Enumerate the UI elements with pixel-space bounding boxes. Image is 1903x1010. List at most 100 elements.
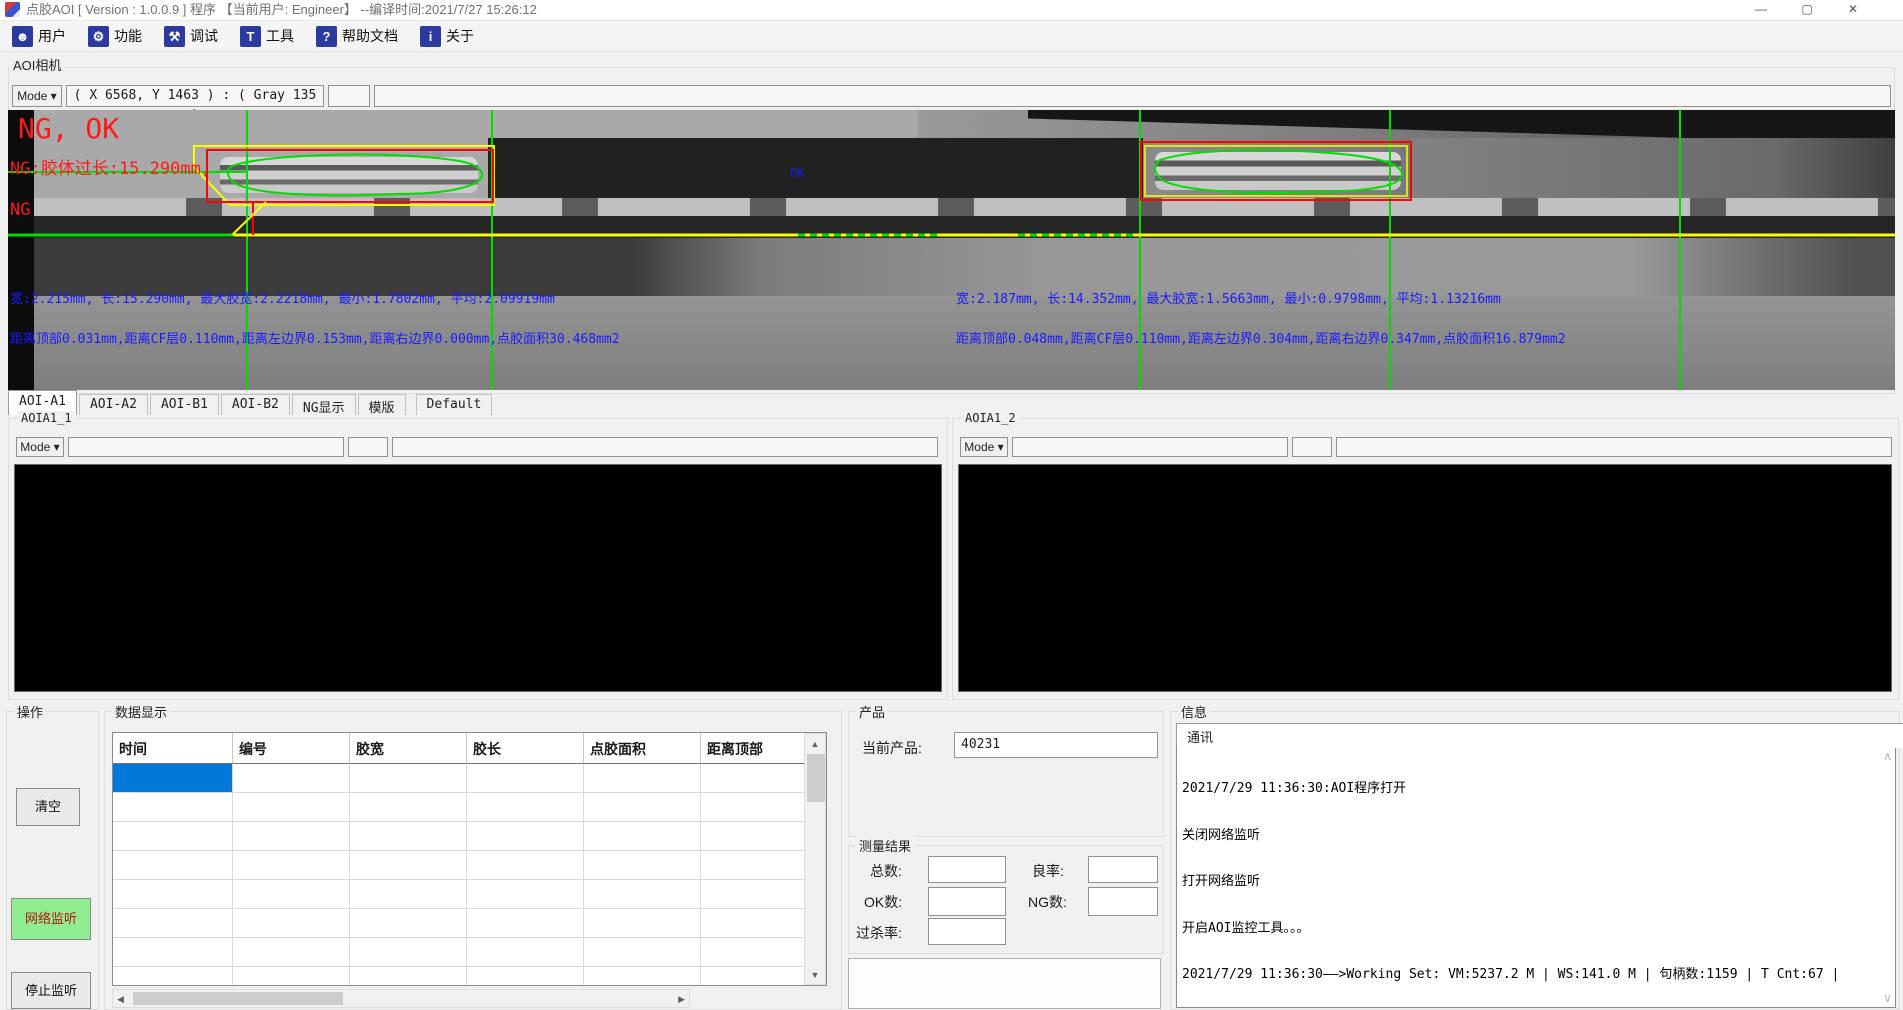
left-stats-line2: 距离顶部0.031mm,距离CF层0.110mm,距离左边界0.153mm,距离… xyxy=(10,328,620,347)
tab-aoi-a2[interactable]: AOI-A2 xyxy=(79,394,148,415)
measurement-overlay-lines xyxy=(8,110,1895,390)
camera-image-view[interactable]: NG, OK NG:胶体过长:15.290mm, NG OK 宽:2.215mm… xyxy=(8,110,1895,390)
table-row[interactable] xyxy=(113,793,804,822)
toolbar-item-about[interactable]: i 关于 xyxy=(416,24,478,49)
table-row[interactable] xyxy=(113,851,804,880)
total-label: 总数: xyxy=(870,861,902,881)
tab-aoi-b2[interactable]: AOI-B2 xyxy=(221,394,290,415)
measurement-group-title: 测量结果 xyxy=(856,836,914,855)
scroll-down-icon[interactable]: ∨ xyxy=(1883,991,1892,1005)
chevron-down-icon: ▾ xyxy=(998,440,1004,454)
overkill-label: 过杀率: xyxy=(856,923,902,943)
scroll-up-icon[interactable]: ▲ xyxy=(805,734,825,749)
camera-field-small[interactable] xyxy=(328,85,370,107)
title-bar: 点胶AOI [ Version : 1.0.0.9 ] 程序 【当前用户: En… xyxy=(0,0,1903,21)
toolbar-item-help[interactable]: ? 帮助文档 xyxy=(312,24,402,49)
close-button[interactable]: ✕ xyxy=(1830,0,1876,20)
table-row[interactable] xyxy=(113,764,804,793)
selected-cell[interactable] xyxy=(113,764,233,793)
subview1-field-1[interactable] xyxy=(68,437,344,457)
current-product-label: 当前产品: xyxy=(862,738,922,758)
network-listen-button[interactable]: 网络监听 xyxy=(11,898,91,940)
table-row[interactable] xyxy=(113,909,804,938)
tab-ng-display[interactable]: NG显示 xyxy=(292,394,356,415)
yield-label: 良率: xyxy=(1032,861,1064,881)
operation-group xyxy=(6,711,99,1010)
stop-listen-button[interactable]: 停止监听 xyxy=(11,972,91,1009)
chevron-down-icon: ▾ xyxy=(51,89,57,103)
subview2-mode-dropdown[interactable]: Mode ▾ xyxy=(960,437,1008,457)
toolbar-item-user[interactable]: ☻ 用户 xyxy=(8,24,70,49)
result-text: NG, OK xyxy=(18,112,119,145)
scroll-up-icon[interactable]: ∧ xyxy=(1883,749,1892,763)
table-horizontal-scrollbar[interactable]: ◀ ▶ xyxy=(112,989,690,1008)
info-group-title: 信息 xyxy=(1178,702,1210,721)
tab-template[interactable]: 模版 xyxy=(358,394,406,415)
overkill-field xyxy=(928,918,1006,945)
current-product-input[interactable]: 40231 xyxy=(954,732,1158,758)
toolbar-item-tools[interactable]: T 工具 xyxy=(236,24,298,49)
data-display-group-title: 数据显示 xyxy=(112,702,170,721)
maximize-button[interactable]: ▢ xyxy=(1784,0,1830,20)
subview2-field-1[interactable] xyxy=(1012,437,1288,457)
ng-message: NG:胶体过长:15.290mm, xyxy=(10,154,211,179)
app-icon xyxy=(5,2,20,17)
operation-group-title: 操作 xyxy=(14,702,46,721)
ng-label: NG xyxy=(10,200,30,220)
table-row[interactable] xyxy=(113,938,804,967)
subview1-field-3[interactable] xyxy=(392,437,938,457)
scroll-left-icon[interactable]: ◀ xyxy=(117,994,124,1005)
right-stats-line1: 宽:2.187mm, 长:14.352mm, 最大胶宽:1.5663mm, 最小… xyxy=(956,288,1501,307)
column-header-distance-top[interactable]: 距离顶部 xyxy=(701,733,804,764)
table-row[interactable] xyxy=(113,967,804,986)
table-header-row: 时间 编号 胶宽 胶长 点胶面积 距离顶部 xyxy=(113,733,804,764)
tab-default[interactable]: Default xyxy=(416,394,493,415)
subview1-image[interactable] xyxy=(14,464,942,692)
toolbar-item-debug[interactable]: ⚒ 调试 xyxy=(160,24,222,49)
product-note-box xyxy=(848,958,1161,1009)
ng-count-label: NG数: xyxy=(1028,892,1067,912)
camera-coordinate-readout: ( X 6568, Y 1463 ) : ( Gray 135 ) xyxy=(66,85,324,107)
user-icon: ☻ xyxy=(12,26,33,47)
subview2-title: AOIA1_2 xyxy=(962,411,1019,425)
scroll-right-icon[interactable]: ▶ xyxy=(678,994,685,1005)
chevron-down-icon: ▾ xyxy=(54,440,60,454)
column-header-glue-length[interactable]: 胶长 xyxy=(467,733,584,764)
view-tab-bar: AOI-A1 AOI-A2 AOI-B1 AOI-B2 NG显示 模版 Defa… xyxy=(8,393,494,415)
ok-label: OK xyxy=(790,166,804,180)
right-stats-line2: 距离顶部0.048mm,距离CF层0.110mm,距离左边界0.304mm,距离… xyxy=(956,328,1566,347)
subview2-field-2[interactable] xyxy=(1292,437,1332,457)
gear-icon: ⚙ xyxy=(88,26,109,47)
ng-count-field xyxy=(1088,887,1158,916)
scrollbar-thumb[interactable] xyxy=(133,992,343,1005)
subview1-field-2[interactable] xyxy=(348,437,388,457)
column-header-id[interactable]: 编号 xyxy=(233,733,350,764)
subview2-field-3[interactable] xyxy=(1336,437,1892,457)
left-stats-line1: 宽:2.215mm, 长:15.290mm, 最大胶宽:2.2218mm, 最小… xyxy=(10,288,555,307)
scroll-down-icon[interactable]: ▼ xyxy=(805,970,825,980)
window-title: 点胶AOI [ Version : 1.0.0.9 ] 程序 【当前用户: En… xyxy=(26,0,537,20)
toolbar-item-function[interactable]: ⚙ 功能 xyxy=(84,24,146,49)
subview1-mode-dropdown[interactable]: Mode ▾ xyxy=(16,437,64,457)
total-value-field xyxy=(928,856,1006,883)
table-row[interactable] xyxy=(113,880,804,909)
ok-count-field xyxy=(928,887,1006,916)
log-area[interactable]: 2021/7/29 11:36:30:AOI程序打开 关闭网络监听 打开网络监听… xyxy=(1176,746,1896,1008)
clear-button[interactable]: 清空 xyxy=(16,788,80,826)
info-icon: i xyxy=(420,26,441,47)
subview2-image[interactable] xyxy=(958,464,1892,692)
camera-field-wide[interactable] xyxy=(374,85,1891,107)
column-header-glue-area[interactable]: 点胶面积 xyxy=(584,733,701,764)
tab-communication[interactable]: 通讯 xyxy=(1176,723,1903,748)
table-vertical-scrollbar[interactable]: ▲ ▼ xyxy=(804,733,826,985)
wrench-icon: ⚒ xyxy=(164,26,185,47)
tab-aoi-b1[interactable]: AOI-B1 xyxy=(150,394,219,415)
minimize-button[interactable]: — xyxy=(1738,0,1784,20)
camera-mode-dropdown[interactable]: Mode ▾ xyxy=(12,85,62,107)
column-header-glue-width[interactable]: 胶宽 xyxy=(350,733,467,764)
table-row[interactable] xyxy=(113,822,804,851)
scrollbar-thumb[interactable] xyxy=(807,754,825,802)
product-group xyxy=(848,711,1164,837)
main-toolbar: ☻ 用户 ⚙ 功能 ⚒ 调试 T 工具 ? 帮助文档 i 关于 xyxy=(0,21,1903,52)
column-header-time[interactable]: 时间 xyxy=(113,733,233,764)
